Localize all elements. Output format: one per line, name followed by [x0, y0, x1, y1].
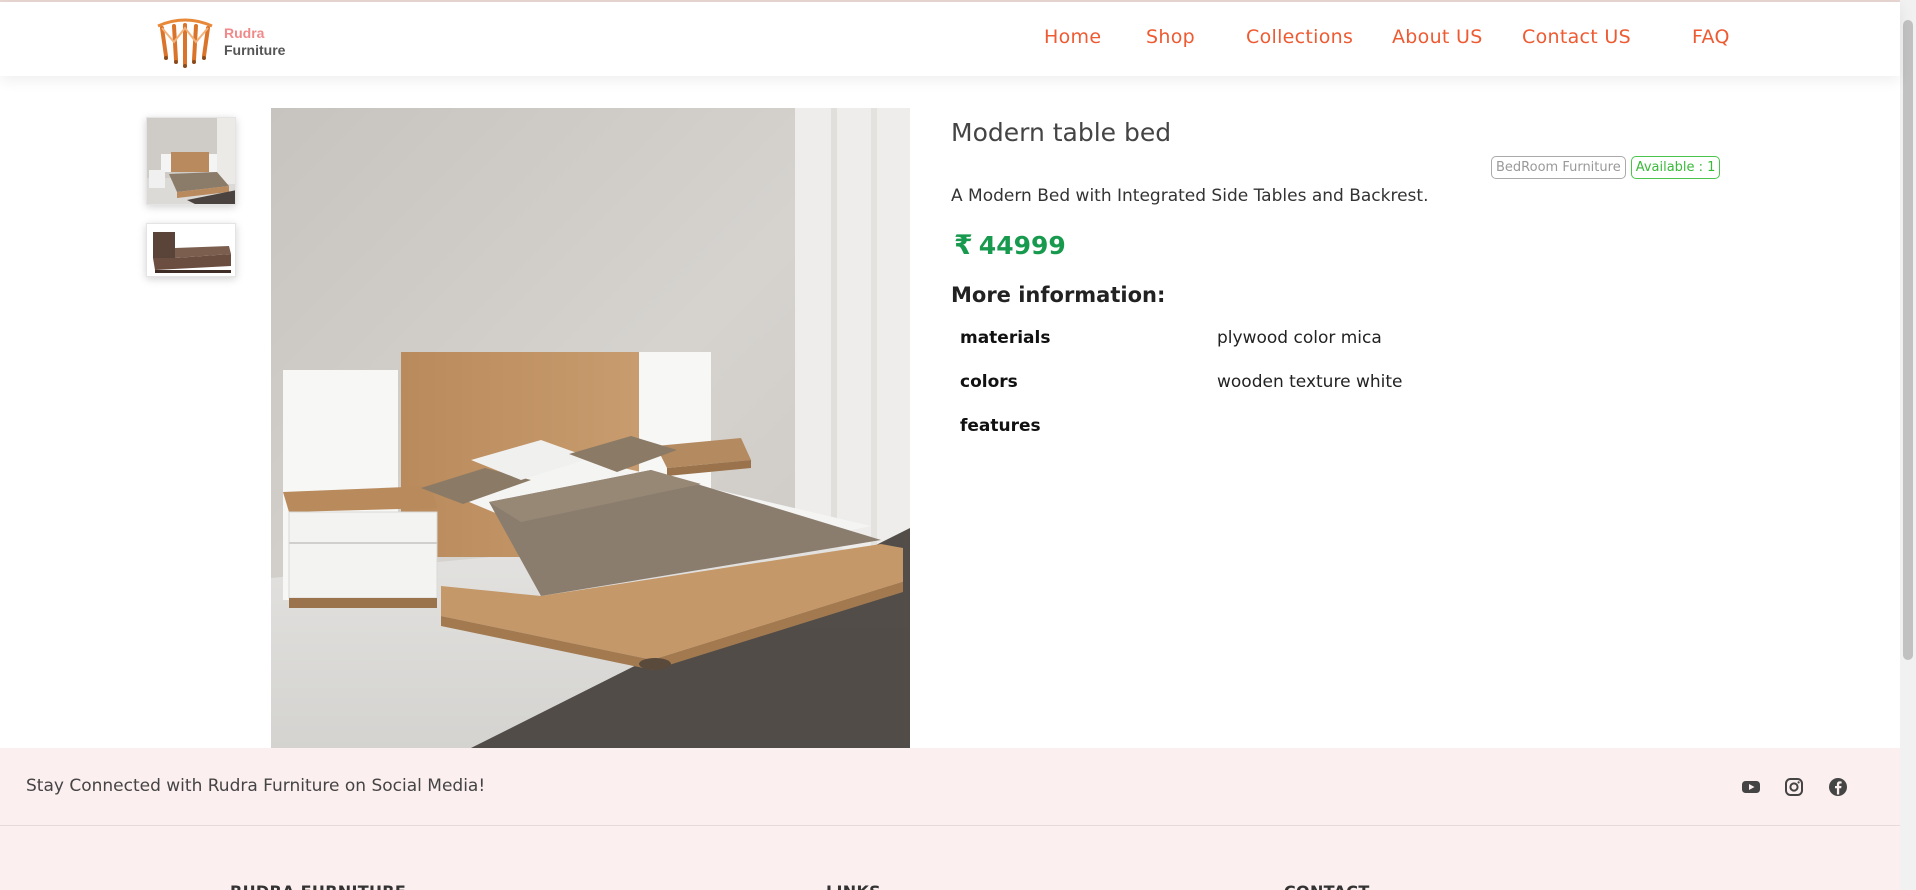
- nav-collections[interactable]: Collections: [1246, 26, 1353, 48]
- bed-thumbnail-image: [147, 118, 235, 204]
- info-value: wooden texture white: [1217, 372, 1403, 392]
- brand-line-2: Furniture: [224, 42, 286, 58]
- footer-col-title: RUDRA FURNITURE: [230, 882, 406, 890]
- facebook-icon[interactable]: [1827, 776, 1849, 798]
- logo-icon: [157, 18, 213, 68]
- footer-col-title: CONTACT: [1284, 882, 1370, 890]
- scrollbar-thumb[interactable]: [1903, 20, 1913, 660]
- nav-about-us[interactable]: About US: [1392, 26, 1483, 48]
- nav-home[interactable]: Home: [1044, 26, 1101, 48]
- category-badge: BedRoom Furniture: [1491, 156, 1626, 179]
- thumbnail-2[interactable]: [146, 223, 236, 277]
- social-bar-text: Stay Connected with Rudra Furniture on S…: [26, 776, 486, 796]
- product-main-image[interactable]: [271, 108, 910, 748]
- navbar: Rudra Furniture Home Shop Collections Ab…: [0, 2, 1900, 76]
- info-key: colors: [960, 372, 1018, 392]
- more-info-heading: More information:: [951, 283, 1166, 307]
- thumbnail-1[interactable]: [146, 117, 236, 205]
- footer-col-title: LINKS: [826, 882, 881, 890]
- instagram-icon[interactable]: [1783, 776, 1805, 798]
- info-value: plywood color mica: [1217, 328, 1382, 348]
- social-bar: Stay Connected with Rudra Furniture on S…: [0, 748, 1900, 826]
- nav-contact-us[interactable]: Contact US: [1522, 26, 1631, 48]
- brand-line-1: Rudra: [224, 25, 265, 41]
- bed-thumbnail-image-2: [147, 224, 235, 276]
- availability-badge: Available : 1: [1630, 156, 1721, 179]
- page-scrollbar[interactable]: [1900, 0, 1916, 890]
- info-key: materials: [960, 328, 1051, 348]
- footer: RUDRA FURNITURE LINKS CONTACT: [0, 826, 1900, 890]
- product-page: Rudra Furniture Home Shop Collections Ab…: [0, 0, 1916, 890]
- info-key: features: [960, 416, 1041, 436]
- nav-shop[interactable]: Shop: [1146, 26, 1195, 48]
- rupee-icon: ₹: [954, 230, 973, 261]
- nav-faq[interactable]: FAQ: [1692, 26, 1730, 48]
- brand-name: Rudra Furniture: [224, 25, 285, 59]
- product-description: A Modern Bed with Integrated Side Tables…: [951, 186, 1429, 206]
- product-price: ₹44999: [954, 230, 1066, 261]
- brand-logo[interactable]: Rudra Furniture: [154, 14, 314, 70]
- product-title: Modern table bed: [951, 118, 1172, 147]
- youtube-icon[interactable]: [1740, 776, 1762, 798]
- price-value: 44999: [978, 231, 1066, 260]
- product-badges: BedRoom Furniture Available : 1: [1491, 156, 1721, 179]
- bed-product-image: [271, 108, 910, 748]
